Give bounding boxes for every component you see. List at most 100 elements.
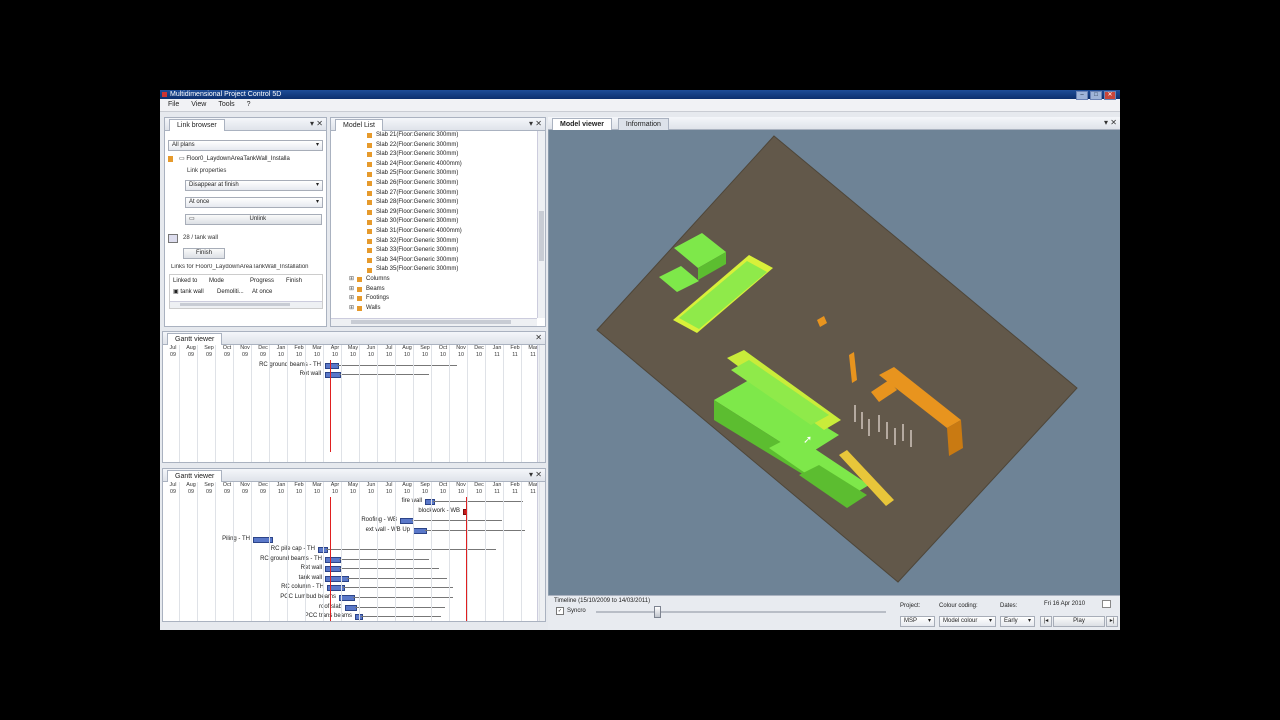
table-row[interactable]: ▣ tank wall Demoliti... At once	[170, 287, 322, 298]
tree-item-slab[interactable]: Slab 21(Floor:Generic 300mm)	[367, 131, 537, 141]
tree-group-beams[interactable]: ⊞ Beams	[349, 285, 537, 295]
pin-icon[interactable]: ▾	[1104, 117, 1108, 129]
close-icon[interactable]: ✕	[535, 118, 542, 130]
pin-icon[interactable]: ▾	[529, 118, 533, 130]
close-icon[interactable]: ✕	[1110, 117, 1117, 129]
gantt-float-line	[339, 568, 439, 570]
slab-icon	[367, 267, 372, 273]
menu-help[interactable]: ?	[247, 99, 251, 111]
slab-icon	[367, 142, 372, 148]
window-controls: – □ ✕	[1076, 91, 1116, 100]
close-icon[interactable]: ✕	[316, 118, 323, 130]
pin-icon[interactable]: ▾	[310, 118, 314, 130]
close-icon[interactable]: ✕	[535, 469, 542, 481]
expand-icon[interactable]: ⊞	[349, 304, 357, 314]
tab-model-list[interactable]: Model List	[335, 119, 383, 131]
tree-item-slab[interactable]: Slab 32(Floor:Generic 300mm)	[367, 237, 537, 247]
col-progress[interactable]: Progress	[244, 275, 282, 287]
dates-dropdown[interactable]: Early	[1000, 616, 1035, 627]
gantt-bar[interactable]	[400, 518, 414, 525]
table-hscroll[interactable]	[170, 301, 322, 308]
gantt-bar[interactable]	[325, 363, 339, 369]
maximize-button[interactable]: □	[1090, 91, 1102, 100]
col-mode[interactable]: Mode	[201, 275, 244, 287]
tree-item-slab[interactable]: Slab 28(Floor:Generic 300mm)	[367, 198, 537, 208]
pin-icon[interactable]: ▾	[529, 469, 533, 481]
timing-dropdown[interactable]: At once	[185, 197, 323, 208]
app-icon	[162, 92, 167, 97]
menu-tools[interactable]: Tools	[218, 99, 234, 111]
gantt-bar[interactable]	[325, 566, 341, 573]
tree-item-label: Slab 28(Floor:Generic 300mm)	[376, 199, 459, 206]
tree-item-slab[interactable]: Slab 34(Floor:Generic 300mm)	[367, 256, 537, 266]
finish-button[interactable]: Finish	[183, 248, 225, 259]
scroll-thumb[interactable]	[180, 303, 290, 306]
expand-icon[interactable]: ⊞	[349, 275, 357, 285]
project-label: Project:	[900, 603, 921, 609]
step-forward-button[interactable]: ▸|	[1106, 616, 1118, 627]
tree-item-slab[interactable]: Slab 24(Floor:Generic 4000mm)	[367, 160, 537, 170]
model-list-panel: Model List ▾ ✕ Slab 21(Floor:Generic 300…	[330, 117, 546, 327]
gantt-bar[interactable]	[325, 575, 349, 582]
calendar-icon[interactable]	[1102, 600, 1111, 608]
model-list-vscroll[interactable]	[537, 131, 545, 318]
tree-item-slab[interactable]: Slab 22(Floor:Generic 300mm)	[367, 141, 537, 151]
tree-group-footings[interactable]: ⊞ Footings	[349, 294, 537, 304]
colour-coding-dropdown[interactable]: Model colour	[939, 616, 996, 627]
close-icon[interactable]: ✕	[535, 332, 542, 344]
menu-view[interactable]: View	[191, 99, 206, 111]
scroll-thumb[interactable]	[351, 320, 511, 324]
close-button[interactable]: ✕	[1104, 91, 1116, 100]
tree-item-slab[interactable]: Slab 26(Floor:Generic 300mm)	[367, 179, 537, 189]
tab-model-viewer[interactable]: Model viewer	[552, 118, 612, 130]
tree-item-slab[interactable]: Slab 29(Floor:Generic 300mm)	[367, 208, 537, 218]
step-back-button[interactable]: |◂	[1040, 616, 1052, 627]
tab-gantt-viewer[interactable]: Gantt viewer	[167, 333, 223, 345]
unlink-icon: ▭	[189, 216, 195, 222]
gantt-bar[interactable]	[325, 372, 341, 378]
col-finish[interactable]: Finish	[282, 275, 312, 287]
3d-model[interactable]	[549, 130, 1120, 600]
expand-icon[interactable]: ⊞	[349, 285, 357, 295]
tree-item-slab[interactable]: Slab 35(Floor:Generic 300mm)	[367, 265, 537, 275]
tree-item-slab[interactable]: Slab 33(Floor:Generic 300mm)	[367, 246, 537, 256]
gantt-bar[interactable]	[425, 499, 435, 505]
unlink-button[interactable]: ▭ Unlink	[185, 214, 322, 225]
linked-item-selector[interactable]: ▭ Floor0_LaydownAreaTankWall_Installa	[179, 155, 321, 162]
tree-item-slab[interactable]: Slab 30(Floor:Generic 300mm)	[367, 217, 537, 227]
tree-item-label: Slab 32(Floor:Generic 300mm)	[376, 237, 459, 244]
timeline-track[interactable]	[596, 611, 886, 613]
tree-group-walls[interactable]: ⊞ Walls	[349, 304, 537, 314]
gantt-gridline	[197, 345, 198, 462]
tab-link-browser[interactable]: Link browser	[169, 119, 225, 131]
gantt-task-label: Piling - TH	[222, 536, 250, 543]
gantt-bar[interactable]	[253, 537, 273, 544]
slab-icon	[367, 133, 372, 139]
tree-item-slab[interactable]: Slab 25(Floor:Generic 300mm)	[367, 169, 537, 179]
syncro-checkbox[interactable]: ✓ Syncro	[556, 607, 586, 615]
play-button[interactable]: Play	[1053, 616, 1105, 627]
gantt-bar[interactable]	[325, 556, 341, 563]
tree-item-slab[interactable]: Slab 27(Floor:Generic 300mm)	[367, 189, 537, 199]
model-list-hscroll[interactable]	[331, 318, 537, 326]
gantt-gridline	[197, 482, 198, 621]
scroll-thumb[interactable]	[539, 211, 544, 261]
tree-item-label: Slab 33(Floor:Generic 300mm)	[376, 247, 459, 254]
model-viewer-canvas[interactable]: ➚	[548, 117, 1120, 627]
plans-dropdown[interactable]: All plans	[168, 140, 323, 151]
project-dropdown[interactable]: MSP	[900, 616, 935, 627]
col-linked-to[interactable]: Linked to	[170, 275, 201, 287]
gantt-bar[interactable]	[413, 527, 427, 534]
tree-group-columns[interactable]: ⊞ Columns	[349, 275, 537, 285]
timeline-slider-thumb[interactable]	[654, 606, 661, 618]
expand-icon[interactable]: ⊞	[349, 294, 357, 304]
minimize-button[interactable]: –	[1076, 91, 1088, 100]
tree-item-label: Slab 34(Floor:Generic 300mm)	[376, 256, 459, 263]
tree-item-slab[interactable]: Slab 31(Floor:Generic 4000mm)	[367, 227, 537, 237]
tree-item-slab[interactable]: Slab 23(Floor:Generic 300mm)	[367, 150, 537, 160]
tab-information[interactable]: Information	[617, 118, 669, 130]
menu-file[interactable]: File	[168, 99, 179, 111]
tab-gantt-viewer[interactable]: Gantt viewer	[167, 470, 223, 482]
gantt-bar[interactable]	[345, 604, 357, 611]
mode-dropdown[interactable]: Disappear at finish	[185, 180, 323, 191]
